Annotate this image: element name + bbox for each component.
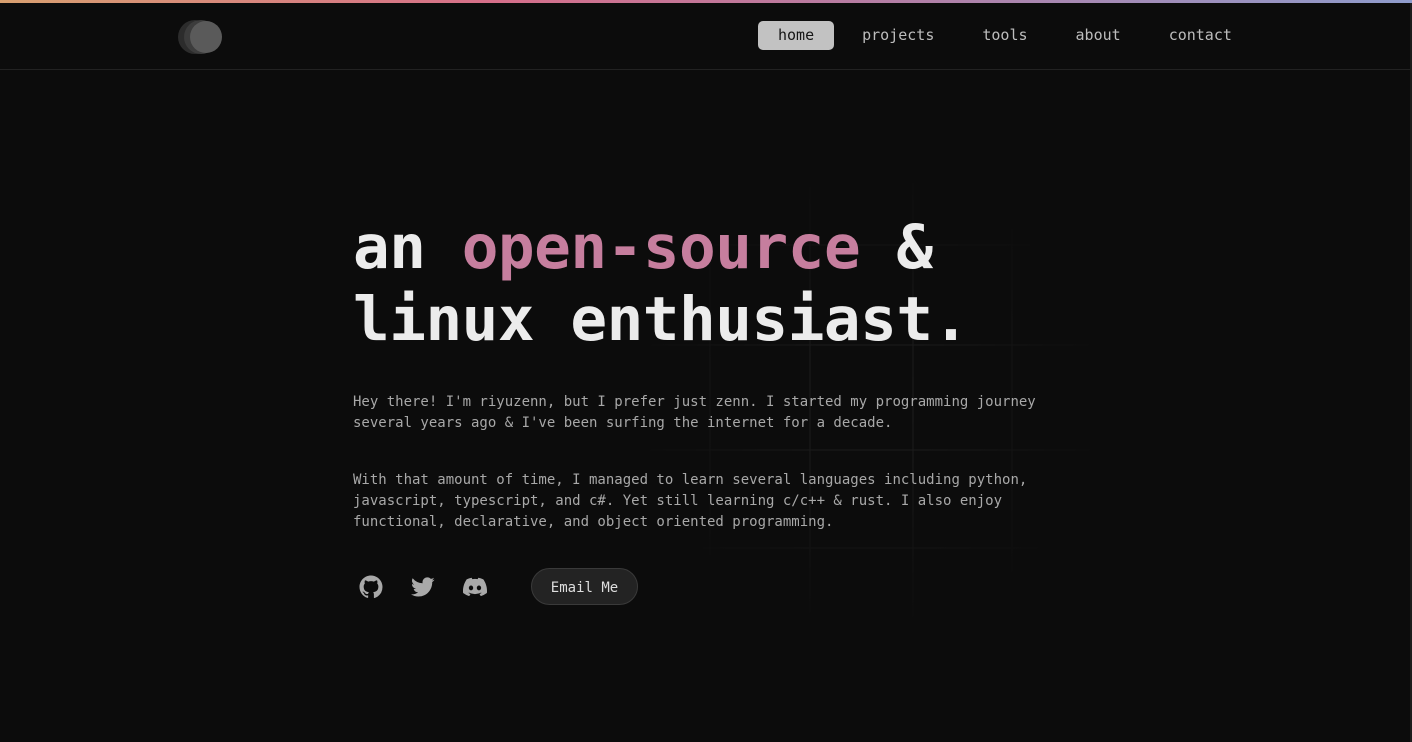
site-header: home projects tools about contact xyxy=(0,3,1412,70)
hero-heading: an open-source & linux enthusiast. xyxy=(353,212,969,356)
nav-item-tools[interactable]: tools xyxy=(962,21,1047,50)
twitter-icon[interactable] xyxy=(410,574,436,600)
github-icon[interactable] xyxy=(358,574,384,600)
logo[interactable] xyxy=(178,20,226,54)
nav-item-projects[interactable]: projects xyxy=(842,21,954,50)
intro-paragraph-2: With that amount of time, I managed to l… xyxy=(353,472,1028,530)
hero-accent-text: open-source xyxy=(461,212,861,283)
main-nav: home projects tools about contact xyxy=(758,21,1260,50)
email-me-button[interactable]: Email Me xyxy=(531,568,638,605)
nav-item-home[interactable]: home xyxy=(758,21,835,50)
social-links xyxy=(358,574,488,600)
hero-line2: linux enthusiast. xyxy=(353,284,969,355)
hero-line1-suffix: & xyxy=(860,212,933,283)
nav-item-about[interactable]: about xyxy=(1056,21,1141,50)
discord-icon[interactable] xyxy=(462,574,488,600)
nav-item-contact[interactable]: contact xyxy=(1149,21,1252,50)
intro-paragraph-1: Hey there! I'm riyuzenn, but I prefer ju… xyxy=(353,394,1036,431)
hero-line1-prefix: an xyxy=(353,212,462,283)
logo-circle-front xyxy=(190,21,222,53)
